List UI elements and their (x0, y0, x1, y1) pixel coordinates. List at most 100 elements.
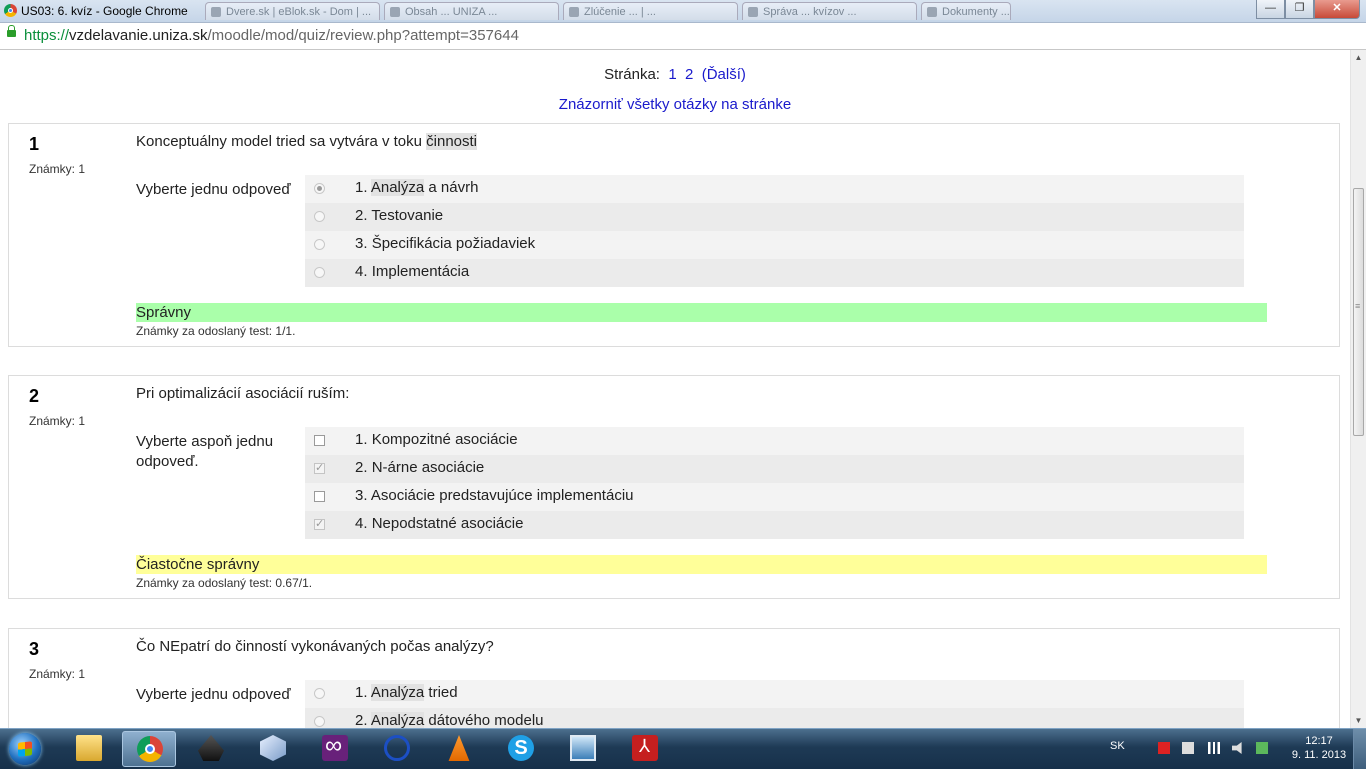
url-text[interactable]: https://vzdelavanie.uniza.sk/moodle/mod/… (24, 27, 519, 44)
answer-option[interactable]: 1. Analýza a návrh (305, 175, 1244, 203)
radio-button[interactable] (314, 211, 325, 222)
taskbar-network-tool[interactable] (370, 731, 424, 767)
maximize-button[interactable]: ❐ (1285, 0, 1314, 19)
show-desktop-button[interactable] (1353, 729, 1366, 769)
checkbox[interactable] (314, 491, 325, 502)
question-text: Pri optimalizácií asociácií ruším: (136, 385, 350, 402)
language-indicator[interactable]: SK (1110, 740, 1125, 752)
browser-tab[interactable]: Správa ... kvízov ... (742, 2, 917, 20)
answer-option[interactable]: 1. Analýza tried (305, 680, 1244, 708)
option-label: 4. Implementácia (355, 263, 470, 280)
page-link-2[interactable]: 2 (685, 66, 693, 83)
option-label: 2. Analýza dátového modelu (355, 712, 544, 728)
taskbar-chrome[interactable] (122, 731, 176, 767)
question-number: 2 (29, 386, 40, 406)
network-icon (384, 735, 410, 761)
lock-icon (7, 25, 16, 37)
answer-option[interactable]: 4. Implementácia (305, 259, 1244, 287)
browser-tab[interactable]: Zlúčenie ... | ... (563, 2, 738, 20)
clock-date: 9. 11. 2013 (1291, 749, 1347, 761)
radio-button[interactable] (314, 688, 325, 699)
vertical-scrollbar[interactable]: ▲ ▼ (1350, 50, 1366, 728)
answer-option[interactable]: 3. Špecifikácia požiadaviek (305, 231, 1244, 259)
option-label: 1. Kompozitné asociácie (355, 431, 518, 448)
answer-prompt: Vyberte aspoň jednu odpoveď. (136, 433, 274, 470)
show-all-questions-link[interactable]: Znázorniť všetky otázky na stránke (0, 96, 1350, 113)
mark-summary: Známky za odoslaný test: 0.67/1. (136, 576, 313, 590)
usb-device-icon[interactable] (1182, 742, 1194, 754)
url-host: vzdelavanie.uniza.sk (69, 27, 208, 44)
page-link-1[interactable]: 1 (668, 66, 676, 83)
question-text-main: Konceptuálny model tried sa vytvára v to… (136, 133, 427, 150)
radio-button[interactable] (314, 267, 325, 278)
windows-taskbar: S SK 12:17 9. 11. 2013 (0, 728, 1366, 769)
question-text: Konceptuálny model tried sa vytvára v to… (136, 133, 478, 150)
system-clock[interactable]: 12:17 9. 11. 2013 (1288, 734, 1350, 762)
url-path: /moodle/mod/quiz/review.php?attempt=3576… (207, 27, 519, 44)
signal-strength-icon[interactable] (1208, 742, 1220, 754)
clock-time: 12:17 (1305, 735, 1333, 747)
taskbar-vlc[interactable] (432, 731, 486, 767)
option-label: 1. Analýza a návrh (355, 179, 479, 196)
close-button[interactable]: ✕ (1314, 0, 1360, 19)
taskbar-skype[interactable]: S (494, 731, 548, 767)
taskbar-inkscape[interactable] (184, 731, 238, 767)
scroll-thumb[interactable] (1353, 188, 1364, 436)
minimize-button[interactable]: — (1256, 0, 1285, 19)
question-number: 1 (29, 134, 40, 154)
radio-button[interactable] (314, 716, 325, 727)
answer-option[interactable]: 1. Kompozitné asociácie (305, 427, 1244, 455)
browser-tab[interactable]: Dokumenty ... (921, 2, 1011, 20)
answer-option[interactable]: 2. N-árne asociácie (305, 455, 1244, 483)
checkbox[interactable] (314, 435, 325, 446)
option-label: 2. N-árne asociácie (355, 459, 485, 476)
question-marks: Známky: 1 (29, 414, 86, 428)
background-tabs: Dvere.sk | eBlok.sk - Dom | ... Obsah ..… (205, 2, 1011, 22)
volume-icon[interactable] (1232, 742, 1242, 754)
taskbar-virtualbox[interactable] (246, 731, 300, 767)
explorer-icon (76, 735, 102, 761)
network-tray-icon[interactable] (1256, 742, 1268, 754)
question-2: 2 Známky: 1 Pri optimalizácií asociácií … (8, 375, 1340, 599)
scroll-up-arrow-icon[interactable]: ▲ (1351, 50, 1366, 65)
option-label: 3. Špecifikácia požiadaviek (355, 235, 536, 252)
window-controls: — ❐ ✕ (1256, 0, 1360, 19)
answer-prompt: Vyberte jednu odpoveď (136, 686, 291, 703)
start-button[interactable] (4, 731, 46, 767)
browser-tab[interactable]: Dvere.sk | eBlok.sk - Dom | ... (205, 2, 380, 20)
answer-option[interactable]: 3. Asociácie predstavujúce implementáciu (305, 483, 1244, 511)
outcome-partial: Čiastočne správny (136, 555, 1267, 574)
option-label: 3. Asociácie predstavujúce implementáciu (355, 487, 634, 504)
checkbox[interactable] (314, 461, 325, 474)
answer-list: 1. Kompozitné asociácie 2. N-árne asociá… (305, 427, 1244, 539)
page-content: Stránka: 1 2 (Ďalší) Znázorniť všetky ot… (0, 50, 1350, 728)
chrome-icon (137, 736, 163, 762)
acrobat-icon (632, 735, 658, 761)
virtualbox-icon (260, 735, 286, 761)
browser-tab[interactable]: Obsah ... UNIZA ... (384, 2, 559, 20)
radio-button[interactable] (314, 239, 325, 250)
remote-desktop-icon (570, 735, 596, 761)
vlc-icon (448, 735, 470, 761)
taskbar-explorer[interactable] (62, 731, 116, 767)
paging-label: Stránka: (604, 66, 660, 83)
radio-button[interactable] (314, 183, 325, 194)
question-3: 3 Známky: 1 Čo NEpatrí do činností vykon… (8, 628, 1340, 728)
window-title: US03: 6. kvíz - Google Chrome (21, 4, 188, 18)
action-center-flag-icon[interactable] (1158, 742, 1170, 754)
answer-option[interactable]: 2. Analýza dátového modelu (305, 708, 1244, 728)
question-marks: Známky: 1 (29, 162, 86, 176)
answer-option[interactable]: 4. Nepodstatné asociácie (305, 511, 1244, 539)
taskbar-acrobat[interactable] (618, 731, 672, 767)
chrome-icon (4, 4, 17, 17)
address-bar[interactable]: https://vzdelavanie.uniza.sk/moodle/mod/… (0, 23, 1366, 50)
checkbox[interactable] (314, 517, 325, 530)
answer-option[interactable]: 2. Testovanie (305, 203, 1244, 231)
question-text: Čo NEpatrí do činností vykonávaných poča… (136, 638, 494, 655)
taskbar-visual-studio[interactable] (308, 731, 362, 767)
windows-logo-icon (9, 733, 41, 765)
inkscape-icon (198, 735, 224, 761)
taskbar-remote-desktop[interactable] (556, 731, 610, 767)
scroll-down-arrow-icon[interactable]: ▼ (1351, 713, 1366, 728)
next-page-link[interactable]: (Ďalší) (702, 66, 746, 83)
